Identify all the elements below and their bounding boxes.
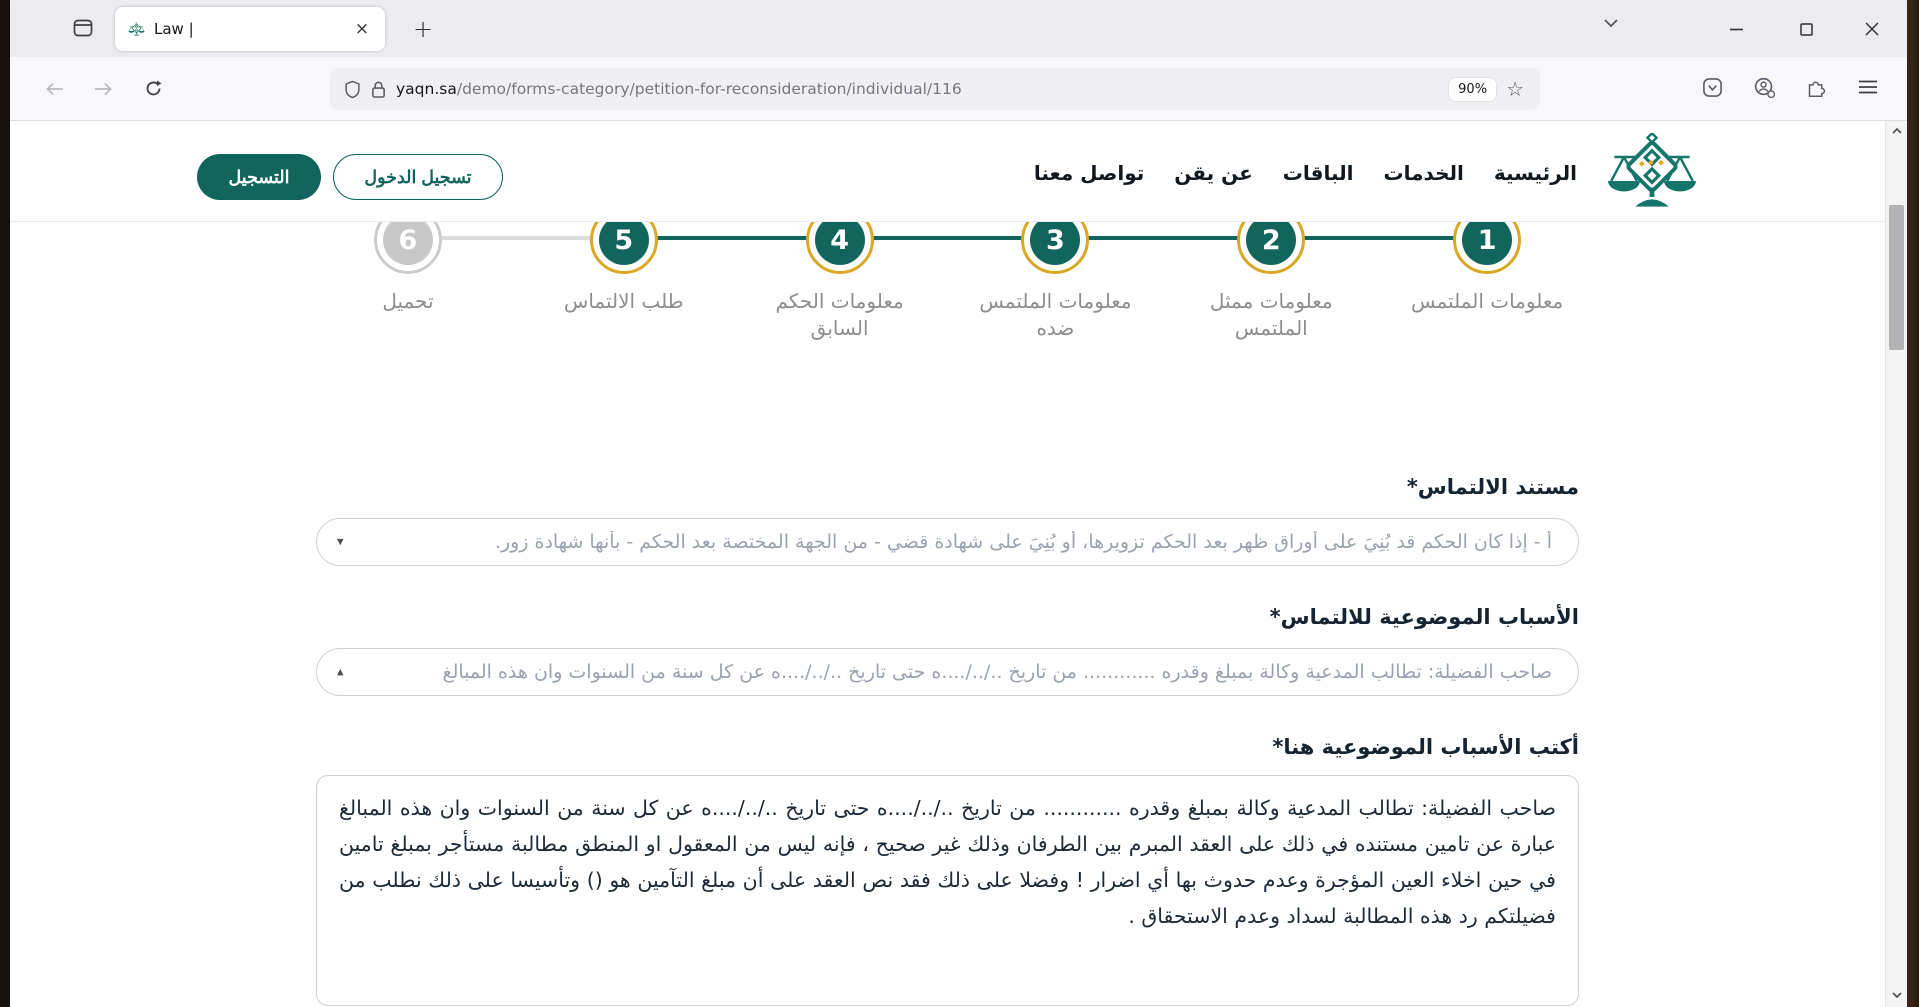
back-button[interactable] bbox=[38, 72, 72, 106]
url-path: /demo/forms-category/petition-for-recons… bbox=[457, 80, 962, 98]
shield-icon bbox=[344, 80, 361, 99]
step-label: معلومات الملتمس ضده bbox=[960, 288, 1150, 342]
firefox-view-button[interactable] bbox=[70, 16, 96, 40]
nav-about[interactable]: عن يقن bbox=[1174, 161, 1253, 185]
maximize-icon bbox=[1800, 23, 1813, 36]
account-button[interactable] bbox=[1749, 72, 1779, 102]
tab-favicon bbox=[127, 22, 146, 37]
hamburger-menu-icon bbox=[1859, 80, 1877, 94]
step-number: 1 bbox=[1462, 222, 1512, 265]
step-number: 2 bbox=[1246, 222, 1296, 265]
step-label: معلومات الحكم السابق bbox=[745, 288, 935, 342]
tab-close-icon[interactable]: × bbox=[351, 18, 373, 40]
step-5-circle: 5 bbox=[590, 222, 658, 274]
browser-window: Law | × + bbox=[10, 0, 1907, 1007]
step-4[interactable]: 4 معلومات الحكم السابق bbox=[732, 222, 948, 342]
header-buttons: التسجيل تسجيل الدخول bbox=[197, 154, 503, 200]
main-nav: الرئيسية الخدمات الباقات عن يقن تواصل مع… bbox=[1034, 161, 1577, 185]
petition-document-select[interactable]: أ - إذا كان الحكم قد بُنِيَ على أوراق ظه… bbox=[316, 518, 1579, 566]
tab-title: Law | bbox=[154, 20, 343, 38]
petition-document-value: أ - إذا كان الحكم قد بُنِيَ على أوراق ظه… bbox=[363, 531, 1552, 553]
step-label: طلب الالتماس bbox=[564, 288, 684, 315]
extensions-button[interactable] bbox=[1801, 72, 1831, 102]
login-button[interactable]: تسجيل الدخول bbox=[333, 154, 503, 200]
step-6: 6 تحميل bbox=[300, 222, 516, 342]
scrollbar-thumb[interactable] bbox=[1889, 205, 1904, 350]
pocket-icon bbox=[1702, 77, 1723, 98]
site-header: الرئيسية الخدمات الباقات عن يقن تواصل مع… bbox=[10, 121, 1885, 222]
reasons-textarea[interactable]: صاحب الفضيلة: تطالب المدعية وكالة بمبلغ … bbox=[316, 775, 1579, 1006]
window-maximize-button[interactable] bbox=[1785, 14, 1827, 44]
zoom-level-badge[interactable]: 90% bbox=[1449, 78, 1496, 101]
nav-contact[interactable]: تواصل معنا bbox=[1034, 161, 1144, 185]
objective-reasons-value: صاحب الفضيلة: تطالب المدعية وكالة بمبلغ … bbox=[363, 661, 1552, 683]
scrollbar-down-arrow[interactable] bbox=[1889, 987, 1905, 1003]
objective-reasons-label: الأسباب الموضوعية للالتماس* bbox=[316, 605, 1579, 629]
firefox-view-icon bbox=[73, 19, 93, 37]
minimize-icon bbox=[1730, 28, 1743, 31]
extensions-puzzle-icon bbox=[1806, 77, 1827, 98]
step-number: 6 bbox=[383, 222, 433, 265]
scrollbar-up-arrow[interactable] bbox=[1889, 123, 1905, 139]
toolbar-right-icons bbox=[1697, 72, 1883, 102]
page-scrollbar[interactable] bbox=[1885, 121, 1907, 1007]
step-label: معلومات ممثل الملتمس bbox=[1176, 288, 1366, 342]
step-1[interactable]: 1 معلومات الملتمس bbox=[1379, 222, 1595, 342]
step-1-circle: 1 bbox=[1453, 222, 1521, 274]
forward-arrow-icon bbox=[94, 82, 112, 96]
step-2-circle: 2 bbox=[1237, 222, 1305, 274]
window-close-button[interactable] bbox=[1851, 14, 1893, 44]
step-6-circle: 6 bbox=[374, 222, 442, 274]
web-page: الرئيسية الخدمات الباقات عن يقن تواصل مع… bbox=[10, 121, 1885, 1007]
browser-toolbar: yaqn.sa/demo/forms-category/petition-for… bbox=[10, 57, 1907, 121]
bookmark-star-icon[interactable]: ☆ bbox=[1506, 79, 1524, 99]
step-2[interactable]: 2 معلومات ممثل الملتمس bbox=[1163, 222, 1379, 342]
petition-document-label: مستند الالتماس* bbox=[316, 475, 1579, 499]
browser-content: الرئيسية الخدمات الباقات عن يقن تواصل مع… bbox=[10, 121, 1907, 1007]
close-icon bbox=[1865, 22, 1879, 36]
menu-button[interactable] bbox=[1853, 72, 1883, 102]
form-page: 1 معلومات الملتمس 2 معلومات ممثل الملتمس… bbox=[10, 222, 1885, 1007]
progress-stepper: 1 معلومات الملتمس 2 معلومات ممثل الملتمس… bbox=[300, 222, 1595, 342]
tab-bar: Law | × + bbox=[10, 0, 1907, 57]
profile-icon bbox=[1753, 76, 1776, 99]
site-logo[interactable] bbox=[1599, 133, 1705, 213]
forward-button[interactable] bbox=[86, 72, 120, 106]
caret-up-icon: ▴ bbox=[337, 666, 344, 679]
step-4-circle: 4 bbox=[806, 222, 874, 274]
step-label: معلومات الملتمس bbox=[1411, 288, 1563, 315]
url-host: yaqn.sa bbox=[396, 80, 457, 98]
list-tabs-button[interactable] bbox=[1603, 18, 1619, 28]
reload-button[interactable] bbox=[136, 72, 170, 106]
new-tab-button[interactable]: + bbox=[408, 14, 438, 44]
step-number: 4 bbox=[815, 222, 865, 265]
step-5[interactable]: 5 طلب الالتماس bbox=[516, 222, 732, 342]
reasons-textarea-label: أكتب الأسباب الموضوعية هنا* bbox=[316, 735, 1579, 759]
step-3-circle: 3 bbox=[1021, 222, 1089, 274]
petition-form: مستند الالتماس* أ - إذا كان الحكم قد بُن… bbox=[316, 475, 1579, 1006]
nav-services[interactable]: الخدمات bbox=[1384, 161, 1464, 185]
step-3[interactable]: 3 معلومات الملتمس ضده bbox=[948, 222, 1164, 342]
lock-icon bbox=[371, 80, 386, 99]
chevron-down-icon bbox=[1892, 992, 1902, 998]
step-number: 5 bbox=[599, 222, 649, 265]
scales-logo-icon bbox=[1599, 133, 1705, 213]
nav-home[interactable]: الرئيسية bbox=[1494, 161, 1577, 185]
url-text[interactable]: yaqn.sa/demo/forms-category/petition-for… bbox=[396, 80, 962, 98]
step-label: تحميل bbox=[382, 288, 433, 315]
address-bar[interactable]: yaqn.sa/demo/forms-category/petition-for… bbox=[330, 68, 1540, 110]
register-button[interactable]: التسجيل bbox=[197, 154, 321, 200]
back-arrow-icon bbox=[46, 82, 64, 96]
reload-icon bbox=[145, 80, 162, 97]
nav-packages[interactable]: الباقات bbox=[1283, 161, 1354, 185]
pocket-button[interactable] bbox=[1697, 72, 1727, 102]
objective-reasons-select[interactable]: صاحب الفضيلة: تطالب المدعية وكالة بمبلغ … bbox=[316, 648, 1579, 696]
active-tab[interactable]: Law | × bbox=[115, 7, 385, 51]
chevron-down-icon bbox=[1603, 18, 1619, 28]
caret-down-icon: ▾ bbox=[337, 536, 344, 549]
step-number: 3 bbox=[1030, 222, 1080, 265]
window-minimize-button[interactable] bbox=[1715, 14, 1757, 44]
chevron-up-icon bbox=[1892, 128, 1902, 134]
